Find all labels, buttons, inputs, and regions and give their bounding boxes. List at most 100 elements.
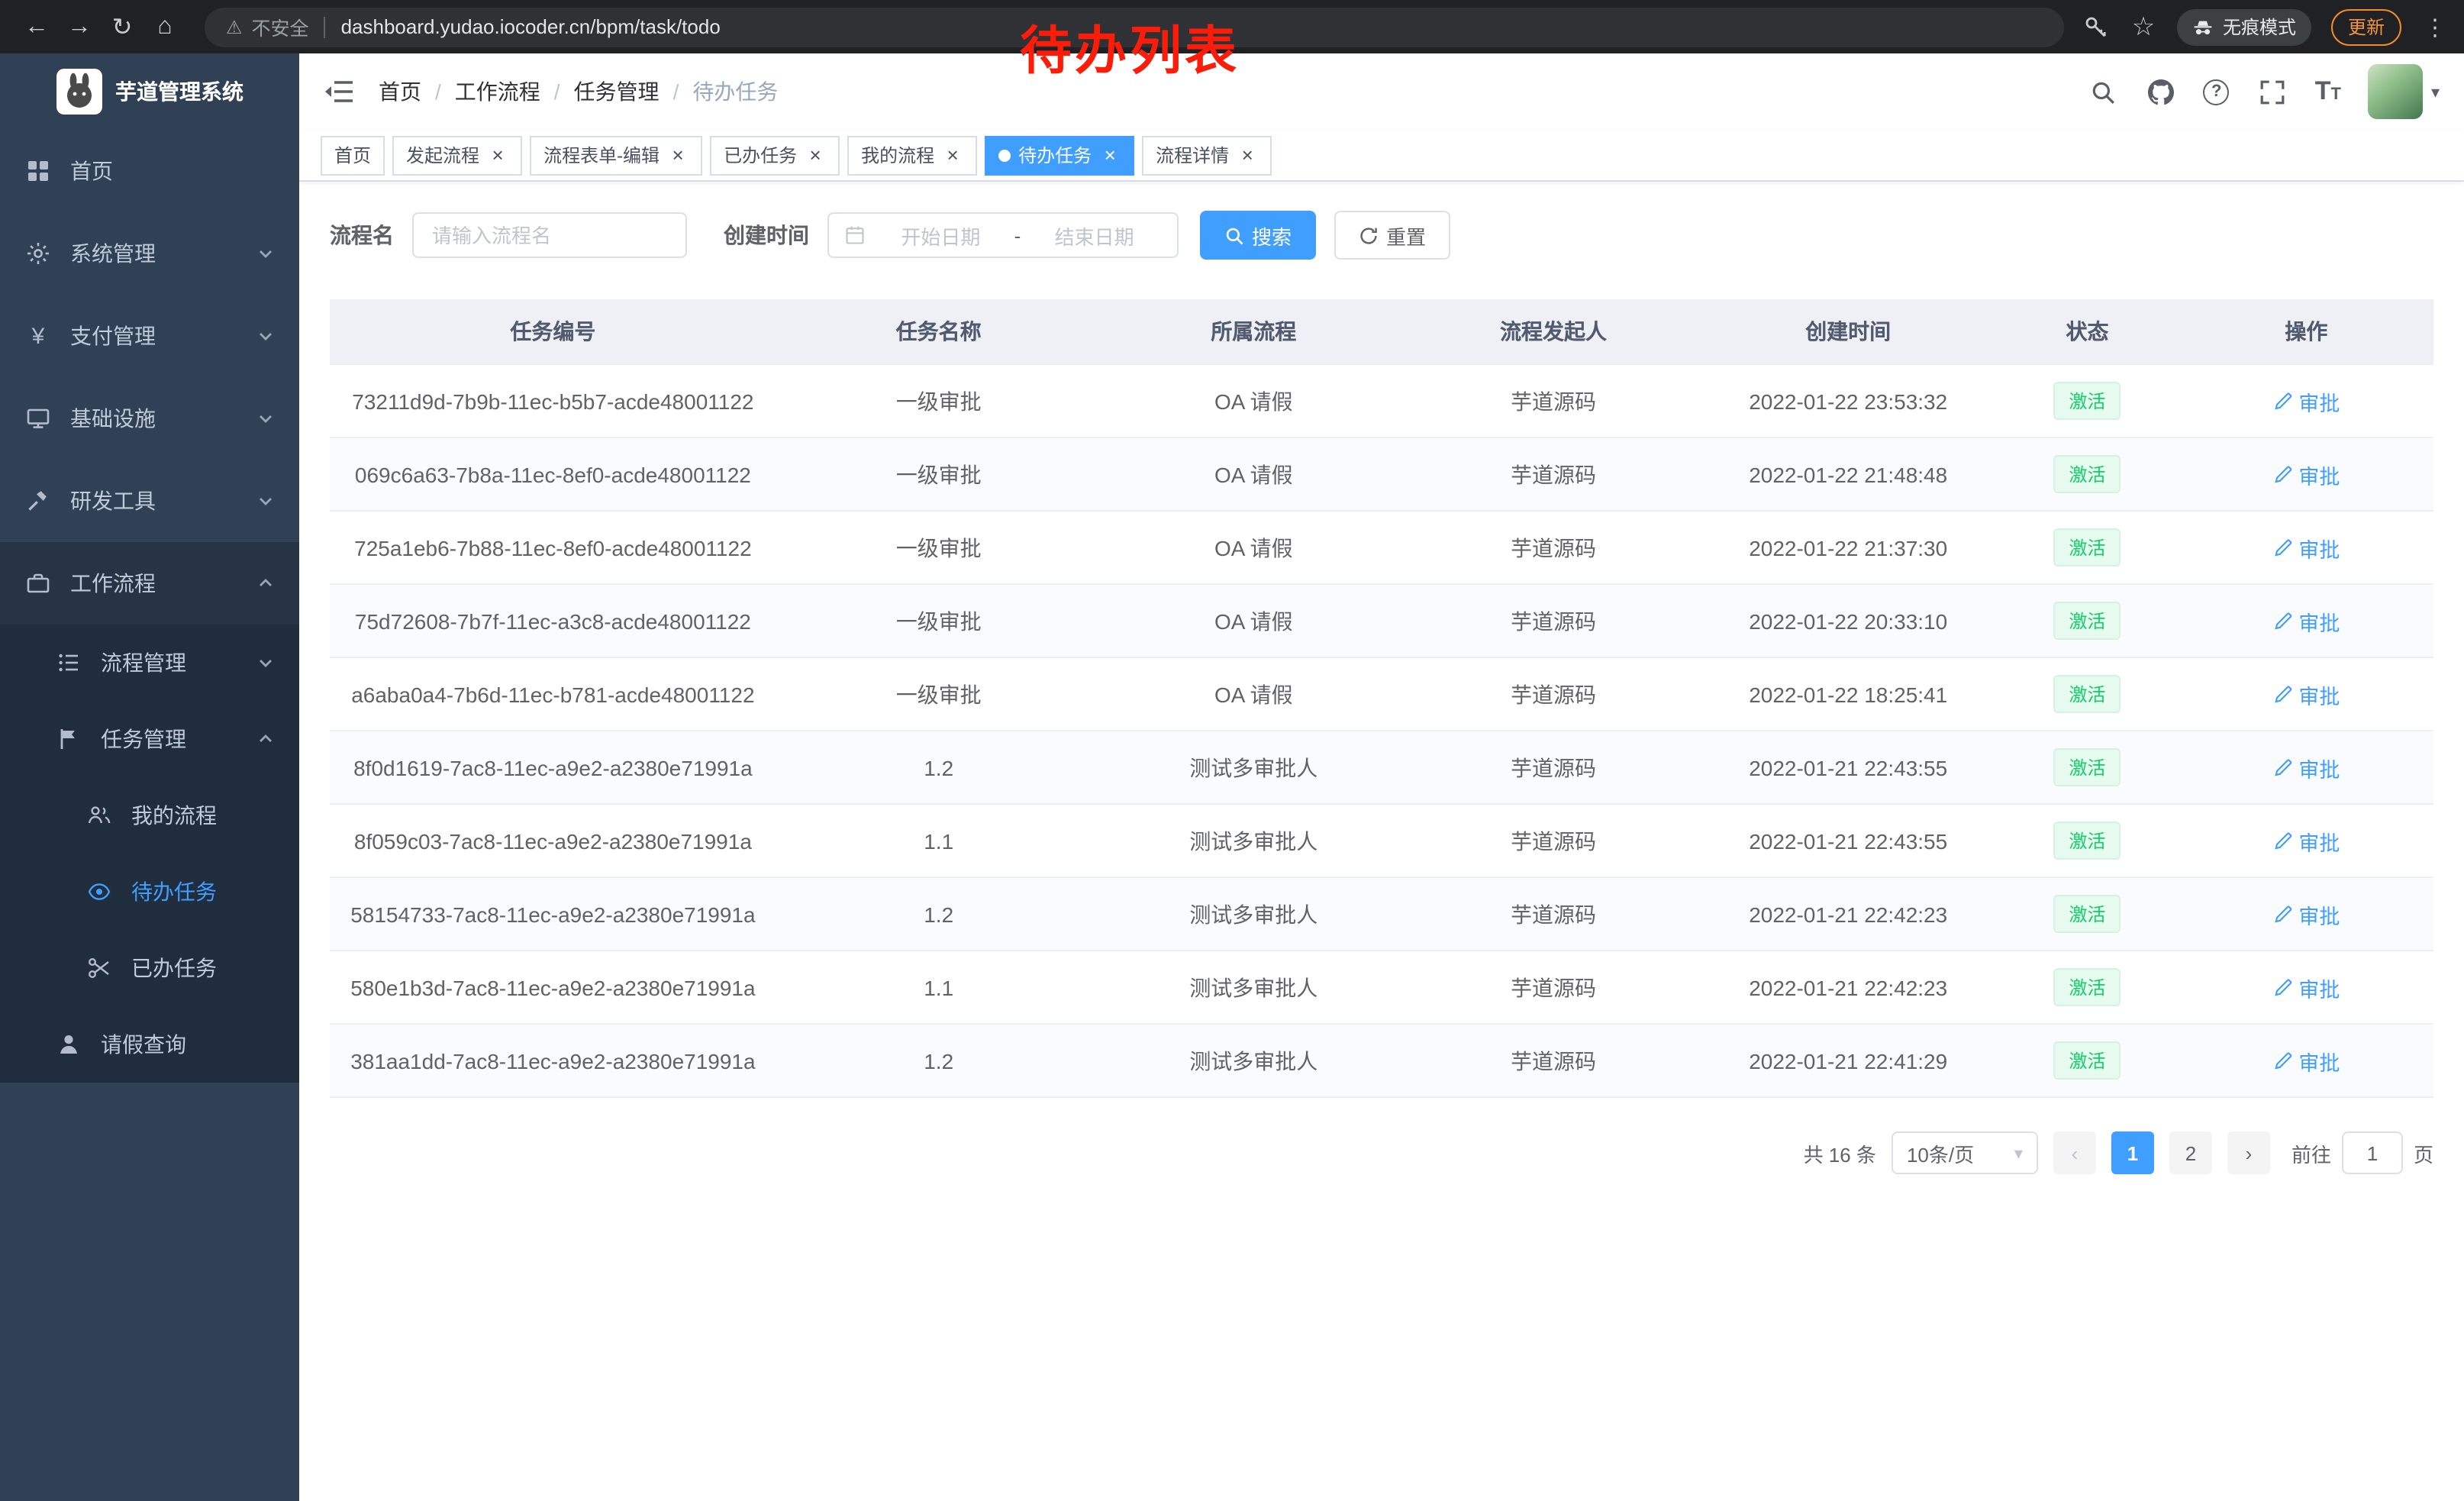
cell-task-name: 一级审批 xyxy=(776,364,1101,437)
process-name-input[interactable] xyxy=(412,212,687,258)
tab-6[interactable]: 流程详情× xyxy=(1142,135,1272,175)
breadcrumb-home[interactable]: 首页 xyxy=(379,76,421,107)
close-icon[interactable]: × xyxy=(1099,144,1121,166)
sidebar-item-task-management[interactable]: 任务管理 xyxy=(0,701,299,777)
sidebar-item-payment[interactable]: ¥ 支付管理 xyxy=(0,295,299,377)
tab-0[interactable]: 首页 xyxy=(321,135,385,175)
approve-button[interactable]: 审批 xyxy=(2272,972,2340,1002)
search-button[interactable]: 搜索 xyxy=(1200,211,1316,260)
sidebar-collapse-icon[interactable] xyxy=(324,76,354,107)
status-badge: 激活 xyxy=(2053,602,2121,640)
cell-initiator: 芋道源码 xyxy=(1406,951,1701,1024)
approve-button[interactable]: 审批 xyxy=(2272,899,2340,929)
cell-task-name: 1.1 xyxy=(776,951,1101,1024)
approve-button[interactable]: 审批 xyxy=(2272,825,2340,856)
font-size-icon[interactable]: TT xyxy=(2315,76,2341,107)
screen: ← → ↻ ⌂ ⚠ 不安全 dashboard.yudao.iocoder.cn… xyxy=(0,0,2464,1501)
breadcrumb-workflow[interactable]: 工作流程 xyxy=(455,76,540,107)
end-date-placeholder[interactable]: 结束日期 xyxy=(1027,221,1162,250)
browser-forward-icon[interactable]: → xyxy=(58,5,101,48)
close-icon[interactable]: × xyxy=(1237,144,1258,166)
github-icon[interactable] xyxy=(2146,76,2176,107)
date-range-picker[interactable]: 开始日期 - 结束日期 xyxy=(827,212,1179,258)
cell-task-id: 73211d9d-7b9b-11ec-b5b7-acde48001122 xyxy=(330,364,776,437)
close-icon[interactable]: × xyxy=(942,144,963,166)
edit-pencil-icon xyxy=(2272,1051,2292,1070)
approve-button[interactable]: 审批 xyxy=(2272,752,2340,783)
bookmark-star-icon[interactable]: ☆ xyxy=(2130,13,2157,40)
cell-process: OA 请假 xyxy=(1101,657,1406,731)
tab-3[interactable]: 已办任务× xyxy=(710,135,840,175)
tab-4[interactable]: 我的流程× xyxy=(847,135,977,175)
sidebar-item-leave-query[interactable]: 请假查询 xyxy=(0,1006,299,1083)
reset-button[interactable]: 重置 xyxy=(1334,211,1450,260)
help-icon[interactable]: ? xyxy=(2204,79,2230,105)
cell-task-id: a6aba0a4-7b6d-11ec-b781-acde48001122 xyxy=(330,657,776,731)
prev-page-button[interactable]: ‹ xyxy=(2053,1131,2096,1174)
page-button-2[interactable]: 2 xyxy=(2169,1131,2212,1174)
sidebar-item-todo-tasks[interactable]: 待办任务 xyxy=(0,854,299,930)
page-size-select[interactable]: 10条/页 ▾ xyxy=(1892,1131,2038,1174)
password-key-icon[interactable] xyxy=(2082,13,2110,40)
browser-home-icon[interactable]: ⌂ xyxy=(144,5,186,48)
workflow-icon xyxy=(24,570,52,597)
search-button-label: 搜索 xyxy=(1252,221,1292,250)
status-badge: 激活 xyxy=(2053,382,2121,420)
browser-back-icon[interactable]: ← xyxy=(15,5,58,48)
approve-button[interactable]: 审批 xyxy=(2272,532,2340,563)
cell-status: 激活 xyxy=(1995,731,2179,804)
fullscreen-icon[interactable] xyxy=(2257,76,2288,107)
chevron-down-icon xyxy=(256,327,275,345)
tab-2[interactable]: 流程表单-编辑× xyxy=(530,135,702,175)
sidebar-item-infrastructure[interactable]: 基础设施 xyxy=(0,377,299,460)
search-icon[interactable] xyxy=(2088,76,2118,107)
sidebar-item-home[interactable]: 首页 xyxy=(0,130,299,212)
cell-task-id: 75d72608-7b7f-11ec-a3c8-acde48001122 xyxy=(330,584,776,657)
sidebar-item-label: 已办任务 xyxy=(131,953,275,983)
approve-button[interactable]: 审批 xyxy=(2272,679,2340,709)
page-button-1[interactable]: 1 xyxy=(2111,1131,2154,1174)
caret-down-icon: ▾ xyxy=(2431,82,2440,102)
close-icon[interactable]: × xyxy=(667,144,689,166)
sidebar-item-workflow[interactable]: 工作流程 xyxy=(0,542,299,625)
chevron-down-icon xyxy=(256,409,275,428)
approve-button[interactable]: 审批 xyxy=(2272,605,2340,636)
tab-1[interactable]: 发起流程× xyxy=(392,135,522,175)
start-date-placeholder[interactable]: 开始日期 xyxy=(873,221,1008,250)
sidebar-item-done-tasks[interactable]: 已办任务 xyxy=(0,930,299,1006)
close-icon[interactable]: × xyxy=(805,144,826,166)
approve-button[interactable]: 审批 xyxy=(2272,386,2340,416)
cell-create-time: 2022-01-22 23:53:32 xyxy=(1701,364,1995,437)
close-icon[interactable]: × xyxy=(487,144,508,166)
next-page-button[interactable]: › xyxy=(2227,1131,2270,1174)
edit-pencil-icon xyxy=(2272,757,2292,777)
sidebar-item-my-process[interactable]: 我的流程 xyxy=(0,777,299,854)
breadcrumb-task-management[interactable]: 任务管理 xyxy=(574,76,660,107)
approve-button[interactable]: 审批 xyxy=(2272,459,2340,489)
cell-action: 审批 xyxy=(2179,731,2433,804)
tab-5[interactable]: 待办任务× xyxy=(985,135,1134,175)
sidebar-item-devtools[interactable]: 研发工具 xyxy=(0,460,299,542)
avatar[interactable] xyxy=(2369,64,2424,119)
app-logo[interactable]: 芋道管理系统 xyxy=(0,53,299,130)
cell-status: 激活 xyxy=(1995,657,2179,731)
status-badge: 激活 xyxy=(2053,822,2121,860)
cell-task-name: 1.2 xyxy=(776,877,1101,951)
cell-initiator: 芋道源码 xyxy=(1406,877,1701,951)
tools-icon xyxy=(24,487,52,515)
browser-menu-icon[interactable]: ⋮ xyxy=(2421,13,2449,40)
main-area: 首页 / 工作流程 / 任务管理 / 待办任务 ? xyxy=(299,53,2464,1501)
table-row: 58154733-7ac8-11ec-a9e2-a2380e71991a1.2测… xyxy=(330,877,2433,951)
goto-page-input[interactable] xyxy=(2342,1131,2403,1174)
sidebar-item-system[interactable]: 系统管理 xyxy=(0,212,299,295)
cell-task-id: 069c6a63-7b8a-11ec-8ef0-acde48001122 xyxy=(330,437,776,511)
user-menu[interactable]: ▾ xyxy=(2369,64,2440,119)
cell-action: 审批 xyxy=(2179,437,2433,511)
sidebar-item-process-management[interactable]: 流程管理 xyxy=(0,625,299,701)
update-button[interactable]: 更新 xyxy=(2331,8,2401,45)
table-row: 73211d9d-7b9b-11ec-b5b7-acde48001122一级审批… xyxy=(330,364,2433,437)
date-range-separator: - xyxy=(1014,224,1021,247)
browser-reload-icon[interactable]: ↻ xyxy=(101,5,144,48)
approve-button[interactable]: 审批 xyxy=(2272,1045,2340,1076)
cell-task-name: 1.1 xyxy=(776,804,1101,877)
